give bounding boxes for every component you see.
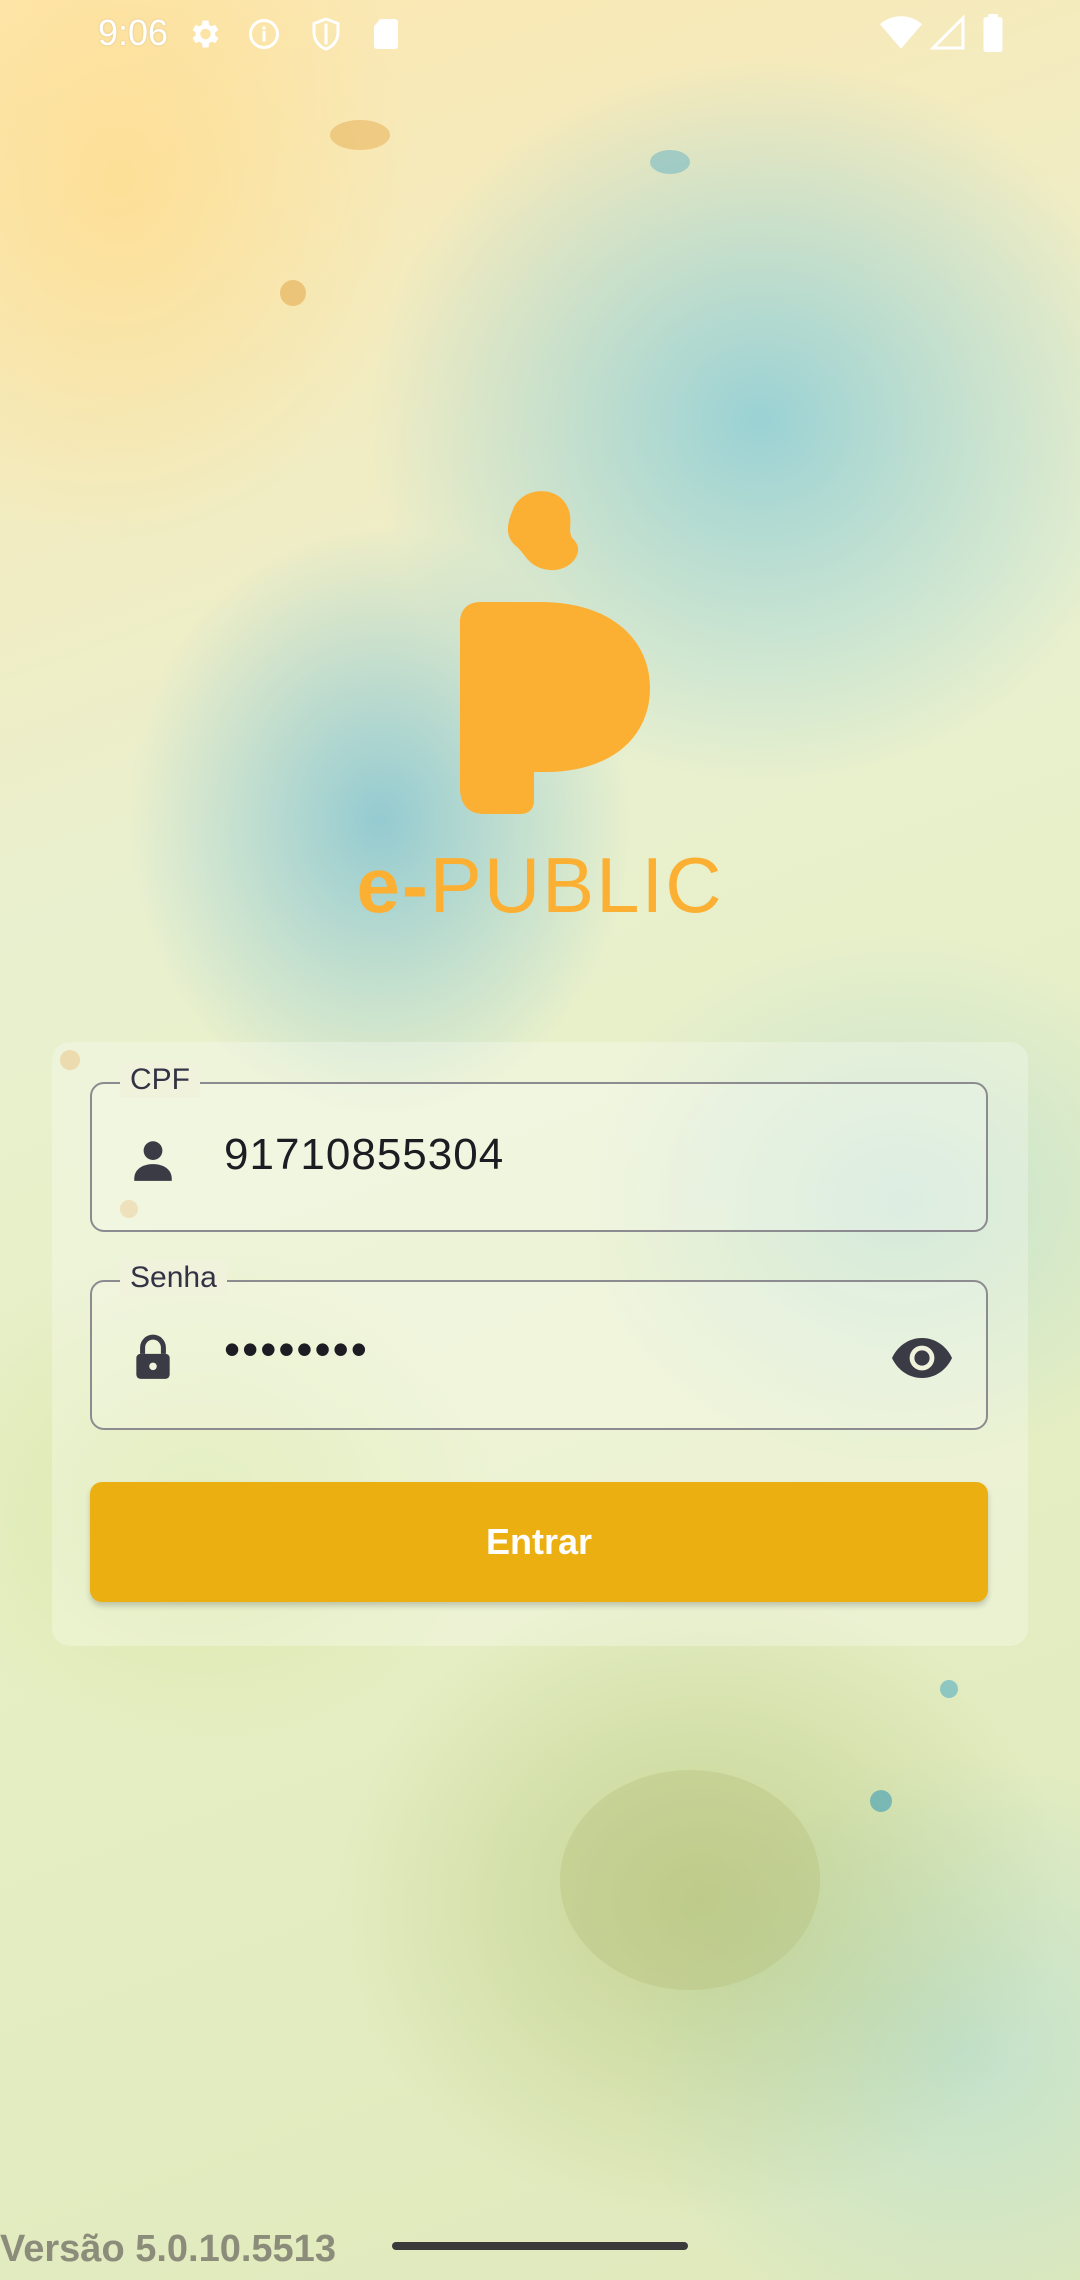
password-input[interactable]: ••••••••	[224, 1322, 369, 1376]
sd-card-icon	[374, 19, 398, 49]
eye-icon[interactable]	[890, 1336, 954, 1380]
status-time: 9:06	[98, 12, 169, 53]
app-version: Versão 5.0.10.5513	[0, 2228, 336, 2270]
password-field[interactable]: Senha ••••••••	[90, 1260, 988, 1430]
cpf-label: CPF	[120, 1062, 200, 1098]
decor-splat	[280, 280, 306, 306]
battery-icon	[983, 14, 1003, 52]
brand-name-prefix: e-	[356, 841, 430, 929]
decor-splat	[870, 1790, 892, 1812]
info-icon	[249, 19, 279, 49]
cpf-field[interactable]: CPF 91710855304	[90, 1062, 988, 1232]
cellular-signal-icon	[930, 14, 965, 50]
lock-icon	[136, 1334, 170, 1379]
decor-splat	[940, 1680, 958, 1698]
person-icon	[134, 1141, 172, 1181]
brand-logo	[460, 491, 650, 814]
password-label: Senha	[120, 1260, 227, 1296]
brand-name: e-PUBLIC	[0, 840, 1080, 931]
settings-icon	[192, 20, 219, 48]
shield-icon	[312, 17, 340, 51]
decor-splat	[650, 150, 690, 174]
brand-name-main: PUBLIC	[429, 841, 724, 929]
login-button[interactable]: Entrar	[90, 1482, 988, 1602]
cpf-input[interactable]: 91710855304	[224, 1130, 504, 1180]
status-bar: 9:06	[0, 0, 1080, 66]
gesture-nav-handle[interactable]	[392, 2242, 688, 2250]
decor-splat	[330, 120, 390, 150]
wifi-icon	[880, 16, 922, 49]
decor-splat	[560, 1770, 820, 1990]
